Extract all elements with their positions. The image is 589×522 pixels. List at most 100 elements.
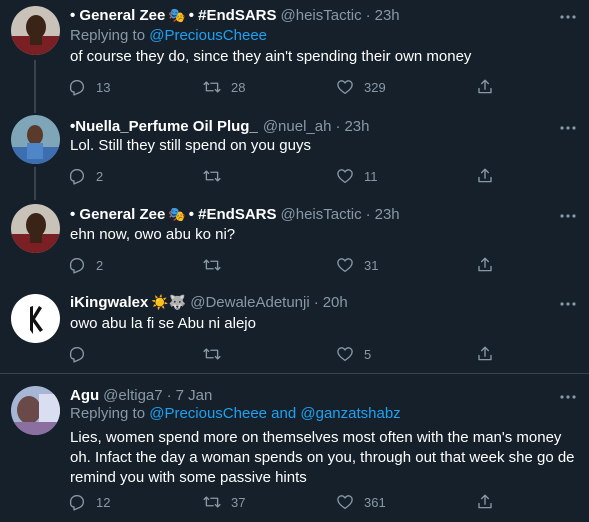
retweet-icon: [203, 493, 221, 511]
reply-button[interactable]: 13: [68, 77, 110, 97]
tweet-text-line: remind you with some passive hints: [70, 469, 307, 486]
retweet-count: 37: [231, 494, 246, 510]
more-options-icon[interactable]: [559, 122, 577, 134]
separator-dot: ·: [365, 205, 371, 223]
share-button[interactable]: [476, 77, 504, 97]
sun-wolf-emoji: ☀️🐺: [151, 293, 187, 310]
like-button[interactable]: 11: [336, 166, 378, 186]
separator-dot: ·: [166, 386, 172, 404]
reply-icon: [68, 78, 86, 96]
like-button[interactable]: 329: [336, 77, 386, 97]
more-options-icon[interactable]: [559, 11, 577, 23]
retweet-icon: [203, 167, 221, 185]
theater-emoji: 🎭: [168, 6, 186, 23]
more-options-icon[interactable]: [559, 391, 577, 403]
retweet-icon: [203, 256, 221, 274]
separator-dot: ·: [335, 117, 341, 135]
display-name[interactable]: •Nuella_Perfume Oil Plug_: [70, 118, 258, 135]
share-icon: [476, 167, 494, 185]
display-name-suffix[interactable]: • #EndSARS: [189, 7, 277, 24]
tweet-actions: 13 28 329: [68, 77, 508, 97]
share-button[interactable]: [476, 255, 504, 275]
like-count: 5: [364, 346, 372, 362]
theater-emoji: 🎭: [168, 205, 186, 222]
like-button[interactable]: 31: [336, 255, 378, 275]
like-count: 11: [364, 168, 378, 184]
tweet-text: Lies, women spend more on themselves mos…: [70, 428, 575, 488]
retweet-button[interactable]: 28: [203, 77, 245, 97]
display-name-suffix[interactable]: • #EndSARS: [189, 206, 277, 223]
tweet-actions: 5: [68, 344, 508, 364]
avatar[interactable]: [11, 386, 60, 435]
timestamp[interactable]: 23h: [344, 118, 369, 135]
user-handle[interactable]: @nuel_ah: [263, 118, 332, 135]
tweet-actions: 2 31: [68, 255, 508, 275]
share-icon: [476, 256, 494, 274]
tweet-actions: 12 37 361: [68, 492, 508, 512]
retweet-count: 28: [231, 79, 246, 95]
like-icon: [336, 78, 354, 96]
user-handle[interactable]: @heisTactic: [281, 206, 362, 223]
reply-icon: [68, 493, 86, 511]
timestamp[interactable]: 7 Jan: [176, 387, 213, 404]
share-icon: [476, 345, 494, 363]
reply-count: 12: [96, 494, 111, 510]
tweet[interactable]: iKingwalex ☀️🐺 @DewaleAdetunji · 20h owo…: [0, 287, 589, 371]
timestamp[interactable]: 23h: [375, 7, 400, 24]
mention-link[interactable]: @PreciousCheee: [149, 27, 267, 44]
display-name[interactable]: • General Zee: [70, 7, 165, 24]
retweet-button[interactable]: 37: [203, 492, 245, 512]
like-count: 31: [364, 257, 379, 273]
retweet-button[interactable]: [203, 255, 231, 275]
timestamp[interactable]: 20h: [323, 294, 348, 311]
share-button[interactable]: [476, 166, 504, 186]
mention-link[interactable]: @PreciousCheee and @ganzatshabz: [149, 405, 400, 422]
like-button[interactable]: 5: [336, 344, 371, 364]
separator-dot: ·: [365, 6, 371, 24]
display-name[interactable]: iKingwalex: [70, 294, 148, 311]
share-button[interactable]: [476, 344, 504, 364]
avatar[interactable]: [11, 294, 60, 343]
retweet-button[interactable]: [203, 344, 231, 364]
reply-button[interactable]: 2: [68, 166, 103, 186]
retweet-button[interactable]: [203, 166, 231, 186]
like-button[interactable]: 361: [336, 492, 386, 512]
user-handle[interactable]: @eltiga7: [103, 387, 162, 404]
share-button[interactable]: [476, 492, 504, 512]
replying-to-label: Replying to: [70, 405, 146, 422]
retweet-icon: [203, 78, 221, 96]
tweet[interactable]: • General Zee 🎭 • #EndSARS @heisTactic ·…: [0, 199, 589, 284]
thread-line: [34, 100, 36, 113]
like-icon: [336, 493, 354, 511]
replying-to: Replying to @PreciousCheee and @ganzatsh…: [70, 405, 401, 422]
replying-to-label: Replying to: [70, 27, 146, 44]
avatar[interactable]: [11, 6, 60, 55]
display-name[interactable]: Agu: [70, 387, 99, 404]
more-options-icon[interactable]: [559, 210, 577, 222]
avatar[interactable]: [11, 115, 60, 164]
tweet[interactable]: • General Zee 🎭 • #EndSARS @heisTactic ·…: [0, 0, 589, 100]
tweet-text: ehn now, owo abu ko ni?: [70, 226, 236, 243]
retweet-icon: [203, 345, 221, 363]
display-name[interactable]: • General Zee: [70, 206, 165, 223]
reply-button[interactable]: [68, 344, 96, 364]
like-count: 329: [364, 79, 386, 95]
tweet[interactable]: Agu @eltiga7 · 7 Jan Replying to @Precio…: [0, 380, 589, 522]
like-icon: [336, 345, 354, 363]
tweet-header: iKingwalex ☀️🐺 @DewaleAdetunji · 20h: [70, 292, 348, 312]
tweet-text-line: Lies, women spend more on themselves mos…: [70, 429, 562, 446]
more-options-icon[interactable]: [559, 298, 577, 310]
tweet-header: •Nuella_Perfume Oil Plug_ @nuel_ah · 23h: [70, 116, 369, 136]
reply-button[interactable]: 2: [68, 255, 103, 275]
reply-button[interactable]: 12: [68, 492, 110, 512]
tweet[interactable]: •Nuella_Perfume Oil Plug_ @nuel_ah · 23h…: [0, 100, 589, 200]
user-handle[interactable]: @heisTactic: [281, 7, 362, 24]
user-handle[interactable]: @DewaleAdetunji: [190, 294, 309, 311]
tweet-text: of course they do, since they ain't spen…: [70, 48, 472, 65]
reply-count: 2: [96, 168, 104, 184]
thread-line: [34, 167, 36, 200]
reply-icon: [68, 256, 86, 274]
timestamp[interactable]: 23h: [375, 206, 400, 223]
avatar[interactable]: [11, 204, 60, 253]
reply-icon: [68, 345, 86, 363]
